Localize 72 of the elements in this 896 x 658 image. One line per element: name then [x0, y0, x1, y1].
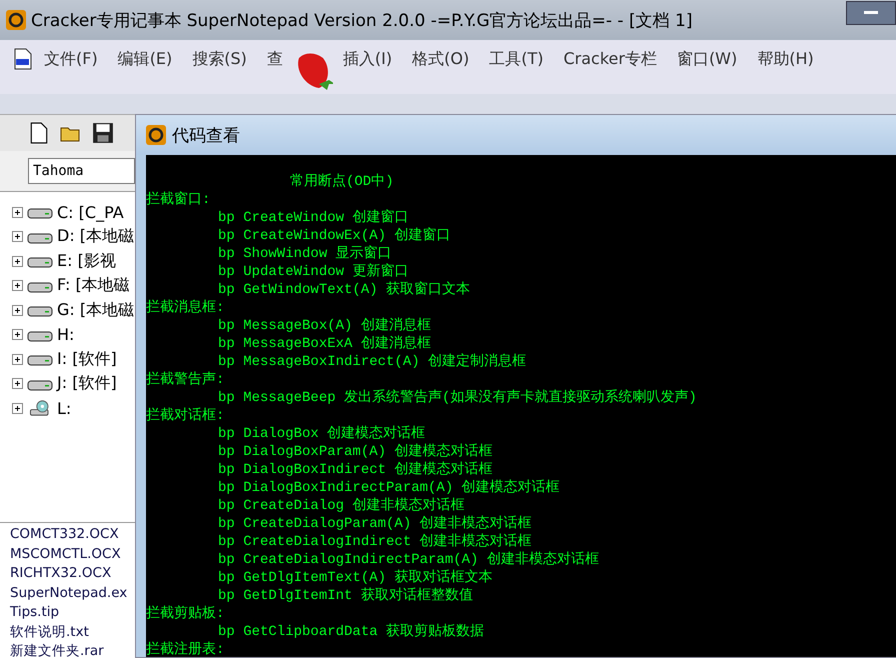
drive-label[interactable]: H: — [57, 325, 74, 344]
code-line: bp ShowWindow 显示窗口 — [217, 245, 393, 263]
drive-label[interactable]: E: [影视 — [57, 250, 116, 272]
app-logo-icon — [146, 125, 166, 145]
code-line: bp DialogBoxParam(A) 创建模态对话框 — [217, 443, 494, 461]
menu-item[interactable]: 编辑(E) — [118, 48, 172, 70]
code-line: bp CreateDialog 创建非模态对话框 — [217, 497, 466, 515]
code-line: 拦截对话框: — [146, 407, 226, 425]
expand-icon[interactable] — [12, 304, 23, 316]
code-line: bp DialogBoxIndirect 创建模态对话框 — [217, 461, 494, 479]
code-line: 拦截窗口: — [146, 191, 212, 209]
menu-item[interactable]: 查 — [266, 48, 283, 70]
code-line: bp CreateDialogParam(A) 创建非模态对话框 — [217, 515, 533, 533]
window-title: Cracker专用记事本 SuperNotepad Version 2.0.0 -=P.Y.G官方论坛出品=- - [文档 1] — [31, 10, 692, 32]
drive-label[interactable]: L: — [57, 398, 72, 418]
expand-icon[interactable] — [12, 280, 23, 292]
menu-item[interactable]: Cracker专栏 — [563, 48, 657, 70]
expand-icon[interactable] — [12, 378, 23, 390]
code-line: bp CreateDialogIndirect 创建非模态对话框 — [217, 533, 533, 551]
expand-icon[interactable] — [12, 402, 23, 414]
code-line: bp GetWindowText(A) 获取窗口文本 — [217, 281, 472, 299]
file-item[interactable]: RICHTX32.OCX — [10, 564, 135, 584]
expand-icon[interactable] — [12, 231, 23, 242]
code-window-title: 代码查看 — [172, 124, 240, 146]
menu-item[interactable]: 窗口(W) — [676, 48, 738, 70]
code-line: 拦截注册表: — [146, 641, 226, 657]
minimize-icon — [864, 11, 878, 15]
code-line: 拦截剪贴板: — [146, 605, 226, 623]
code-line: bp MessageBeep 发出系统警告声(如果没有声卡就直接驱动系统喇叭发声) — [217, 389, 698, 407]
menu-item[interactable]: 格式(O) — [412, 48, 470, 70]
drive-label[interactable]: J: [软件] — [57, 373, 117, 394]
expand-icon[interactable] — [12, 206, 23, 218]
code-line: bp MessageBox(A) 创建消息框 — [217, 317, 432, 335]
code-line: bp GetDlgItemInt 获取对话框整数值 — [217, 587, 474, 605]
code-line: bp UpdateWindow 更新窗口 — [217, 263, 410, 281]
code-line: bp CreateWindowEx(A) 创建窗口 — [217, 227, 452, 245]
code-line: 拦截消息框: — [146, 299, 226, 317]
document-icon — [14, 48, 32, 70]
menu-item[interactable]: 帮助(H) — [757, 48, 814, 70]
code-line: 常用断点(OD中) — [289, 173, 395, 191]
code-line: bp DialogBox 创建模态对话框 — [217, 425, 426, 443]
drive-label[interactable]: G: [本地磁 — [57, 300, 134, 321]
code-line: bp GetDlgItemText(A) 获取对话框文本 — [217, 569, 494, 587]
code-line: 拦截警告声: — [146, 371, 226, 389]
expand-icon[interactable] — [12, 329, 23, 340]
drive-label[interactable]: I: [软件] — [57, 348, 117, 370]
menu-item[interactable]: 文件(F) — [44, 48, 98, 70]
drive-label[interactable]: D: [本地磁 — [57, 226, 134, 248]
file-item[interactable]: MSCOMCTL.OCX — [10, 544, 135, 564]
drive-label[interactable]: F: [本地磁 — [57, 275, 130, 296]
file-item[interactable]: COMCT332.OCX — [10, 525, 135, 544]
drive-label[interactable]: C: [C_PA — [57, 202, 124, 222]
new-file-icon[interactable] — [28, 122, 50, 144]
code-line: bp CreateWindow 创建窗口 — [217, 209, 410, 227]
code-line: bp MessageBoxExA 创建消息框 — [217, 335, 432, 353]
menu-item[interactable]: 插入(I) — [342, 48, 392, 70]
minimize-button[interactable] — [846, 1, 896, 25]
code-line: bp DialogBoxIndirectParam(A) 创建模态对话框 — [217, 479, 561, 497]
file-item[interactable]: 软件说明.txt — [10, 622, 135, 642]
file-item[interactable]: 新建文件夹.rar — [10, 642, 135, 658]
code-line: bp CreateDialogIndirectParam(A) 创建非模态对话框 — [217, 551, 600, 569]
code-line: bp MessageBoxIndirect(A) 创建定制消息框 — [217, 353, 528, 371]
font-field[interactable]: Tahoma — [28, 158, 135, 184]
menu-item[interactable]: 工具(T) — [489, 48, 544, 70]
expand-icon[interactable] — [12, 354, 23, 365]
expand-icon[interactable] — [12, 256, 23, 267]
app-logo-icon — [6, 10, 26, 30]
save-icon[interactable] — [92, 122, 114, 144]
file-item[interactable]: SuperNotepad.ex — [10, 584, 135, 603]
code-line: bp GetClipboardData 获取剪贴板数据 — [217, 623, 486, 641]
file-item[interactable]: Tips.tip — [10, 603, 135, 622]
menu-item[interactable]: 搜索(S) — [192, 48, 247, 70]
